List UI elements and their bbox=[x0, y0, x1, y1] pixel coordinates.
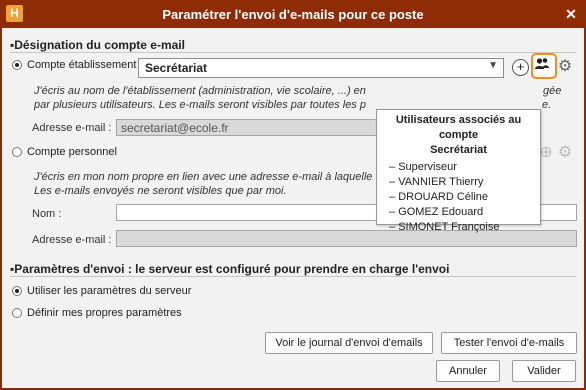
account-settings-gear-icon[interactable]: ⚙ bbox=[556, 58, 574, 76]
radio-server-dot[interactable] bbox=[12, 286, 22, 296]
title-bar[interactable]: H Paramétrer l'envoi d'e-mails pour ce p… bbox=[0, 0, 586, 28]
account-select-value: Secrétariat bbox=[145, 61, 208, 75]
school-description-line1-tail: gée bbox=[543, 85, 562, 97]
name-label: Nom : bbox=[32, 208, 62, 220]
school-email-label: Adresse e-mail : bbox=[32, 122, 112, 134]
radio-personal-account[interactable]: Compte personnel bbox=[12, 146, 117, 158]
popup-title-line1: Utilisateurs associés au compte bbox=[395, 114, 522, 141]
account-select[interactable]: Secrétariat ▼ bbox=[138, 58, 504, 78]
dialog-window: H Paramétrer l'envoi d'e-mails pour ce p… bbox=[0, 0, 586, 390]
school-email-value: secretariat@ecole.fr bbox=[121, 121, 229, 135]
list-item: SIMONET Françoise bbox=[389, 220, 540, 235]
radio-personal-label: Compte personnel bbox=[27, 146, 117, 158]
associated-users-list: Superviseur VANNIER Thierry DROUARD Céli… bbox=[377, 160, 540, 235]
school-description-line2-tail: e. bbox=[542, 99, 552, 111]
window-title: Paramétrer l'envoi d'e-mails pour ce pos… bbox=[162, 7, 424, 22]
list-item: GOMEZ Edouard bbox=[389, 205, 540, 220]
radio-server-label: Utiliser les paramètres du serveur bbox=[27, 285, 192, 297]
validate-button[interactable]: Valider bbox=[512, 360, 576, 382]
add-account-icon[interactable]: + bbox=[512, 59, 529, 76]
school-description-line2: par plusieurs utilisateurs. Les e-mails … bbox=[34, 99, 366, 111]
associated-users-button[interactable] bbox=[531, 53, 557, 79]
radio-school-label: Compte établissement bbox=[27, 59, 137, 71]
personal-description-line1: J'écris en mon nom propre en lien avec u… bbox=[34, 171, 373, 183]
list-item: VANNIER Thierry bbox=[389, 175, 540, 190]
list-item: Superviseur bbox=[389, 160, 540, 175]
test-email-button[interactable]: Tester l'envoi d'e-mails bbox=[441, 332, 577, 354]
radio-school-account[interactable]: Compte établissement bbox=[12, 59, 136, 71]
radio-personal-dot[interactable] bbox=[12, 147, 22, 157]
users-icon bbox=[535, 58, 549, 69]
popup-title: Utilisateurs associés au compte Secrétar… bbox=[377, 113, 540, 158]
dialog-body: ▪Désignation du compte e-mail Compte éta… bbox=[2, 28, 584, 388]
radio-custom-settings[interactable]: Définir mes propres paramètres bbox=[12, 307, 182, 319]
divider bbox=[10, 276, 576, 277]
view-journal-button[interactable]: Voir le journal d'envoi d'emails bbox=[265, 332, 433, 354]
cancel-button[interactable]: Annuler bbox=[436, 360, 500, 382]
associated-users-popup: Utilisateurs associés au compte Secrétar… bbox=[376, 109, 541, 233]
personal-settings-gear-icon: ⚙ bbox=[557, 144, 573, 161]
radio-custom-dot[interactable] bbox=[12, 308, 22, 318]
divider bbox=[10, 52, 576, 53]
list-item: DROUARD Céline bbox=[389, 190, 540, 205]
radio-school-dot[interactable] bbox=[12, 60, 22, 70]
section-account-title: ▪Désignation du compte e-mail bbox=[10, 38, 185, 52]
school-email-field: secretariat@ecole.fr bbox=[116, 119, 378, 136]
personal-email-label: Adresse e-mail : bbox=[32, 234, 112, 246]
radio-server-settings[interactable]: Utiliser les paramètres du serveur bbox=[12, 285, 191, 297]
chevron-down-icon[interactable]: ▼ bbox=[488, 60, 498, 71]
radio-custom-label: Définir mes propres paramètres bbox=[27, 307, 182, 319]
close-icon[interactable]: ✕ bbox=[562, 5, 580, 23]
section-send-title: ▪Paramètres d'envoi : le serveur est con… bbox=[10, 262, 450, 276]
personal-description-line2: Les e-mails envoyés ne seront visibles q… bbox=[34, 185, 287, 197]
school-description-line1: J'écris au nom de l'établissement (admin… bbox=[34, 85, 366, 97]
popup-title-line2: Secrétariat bbox=[430, 144, 487, 156]
